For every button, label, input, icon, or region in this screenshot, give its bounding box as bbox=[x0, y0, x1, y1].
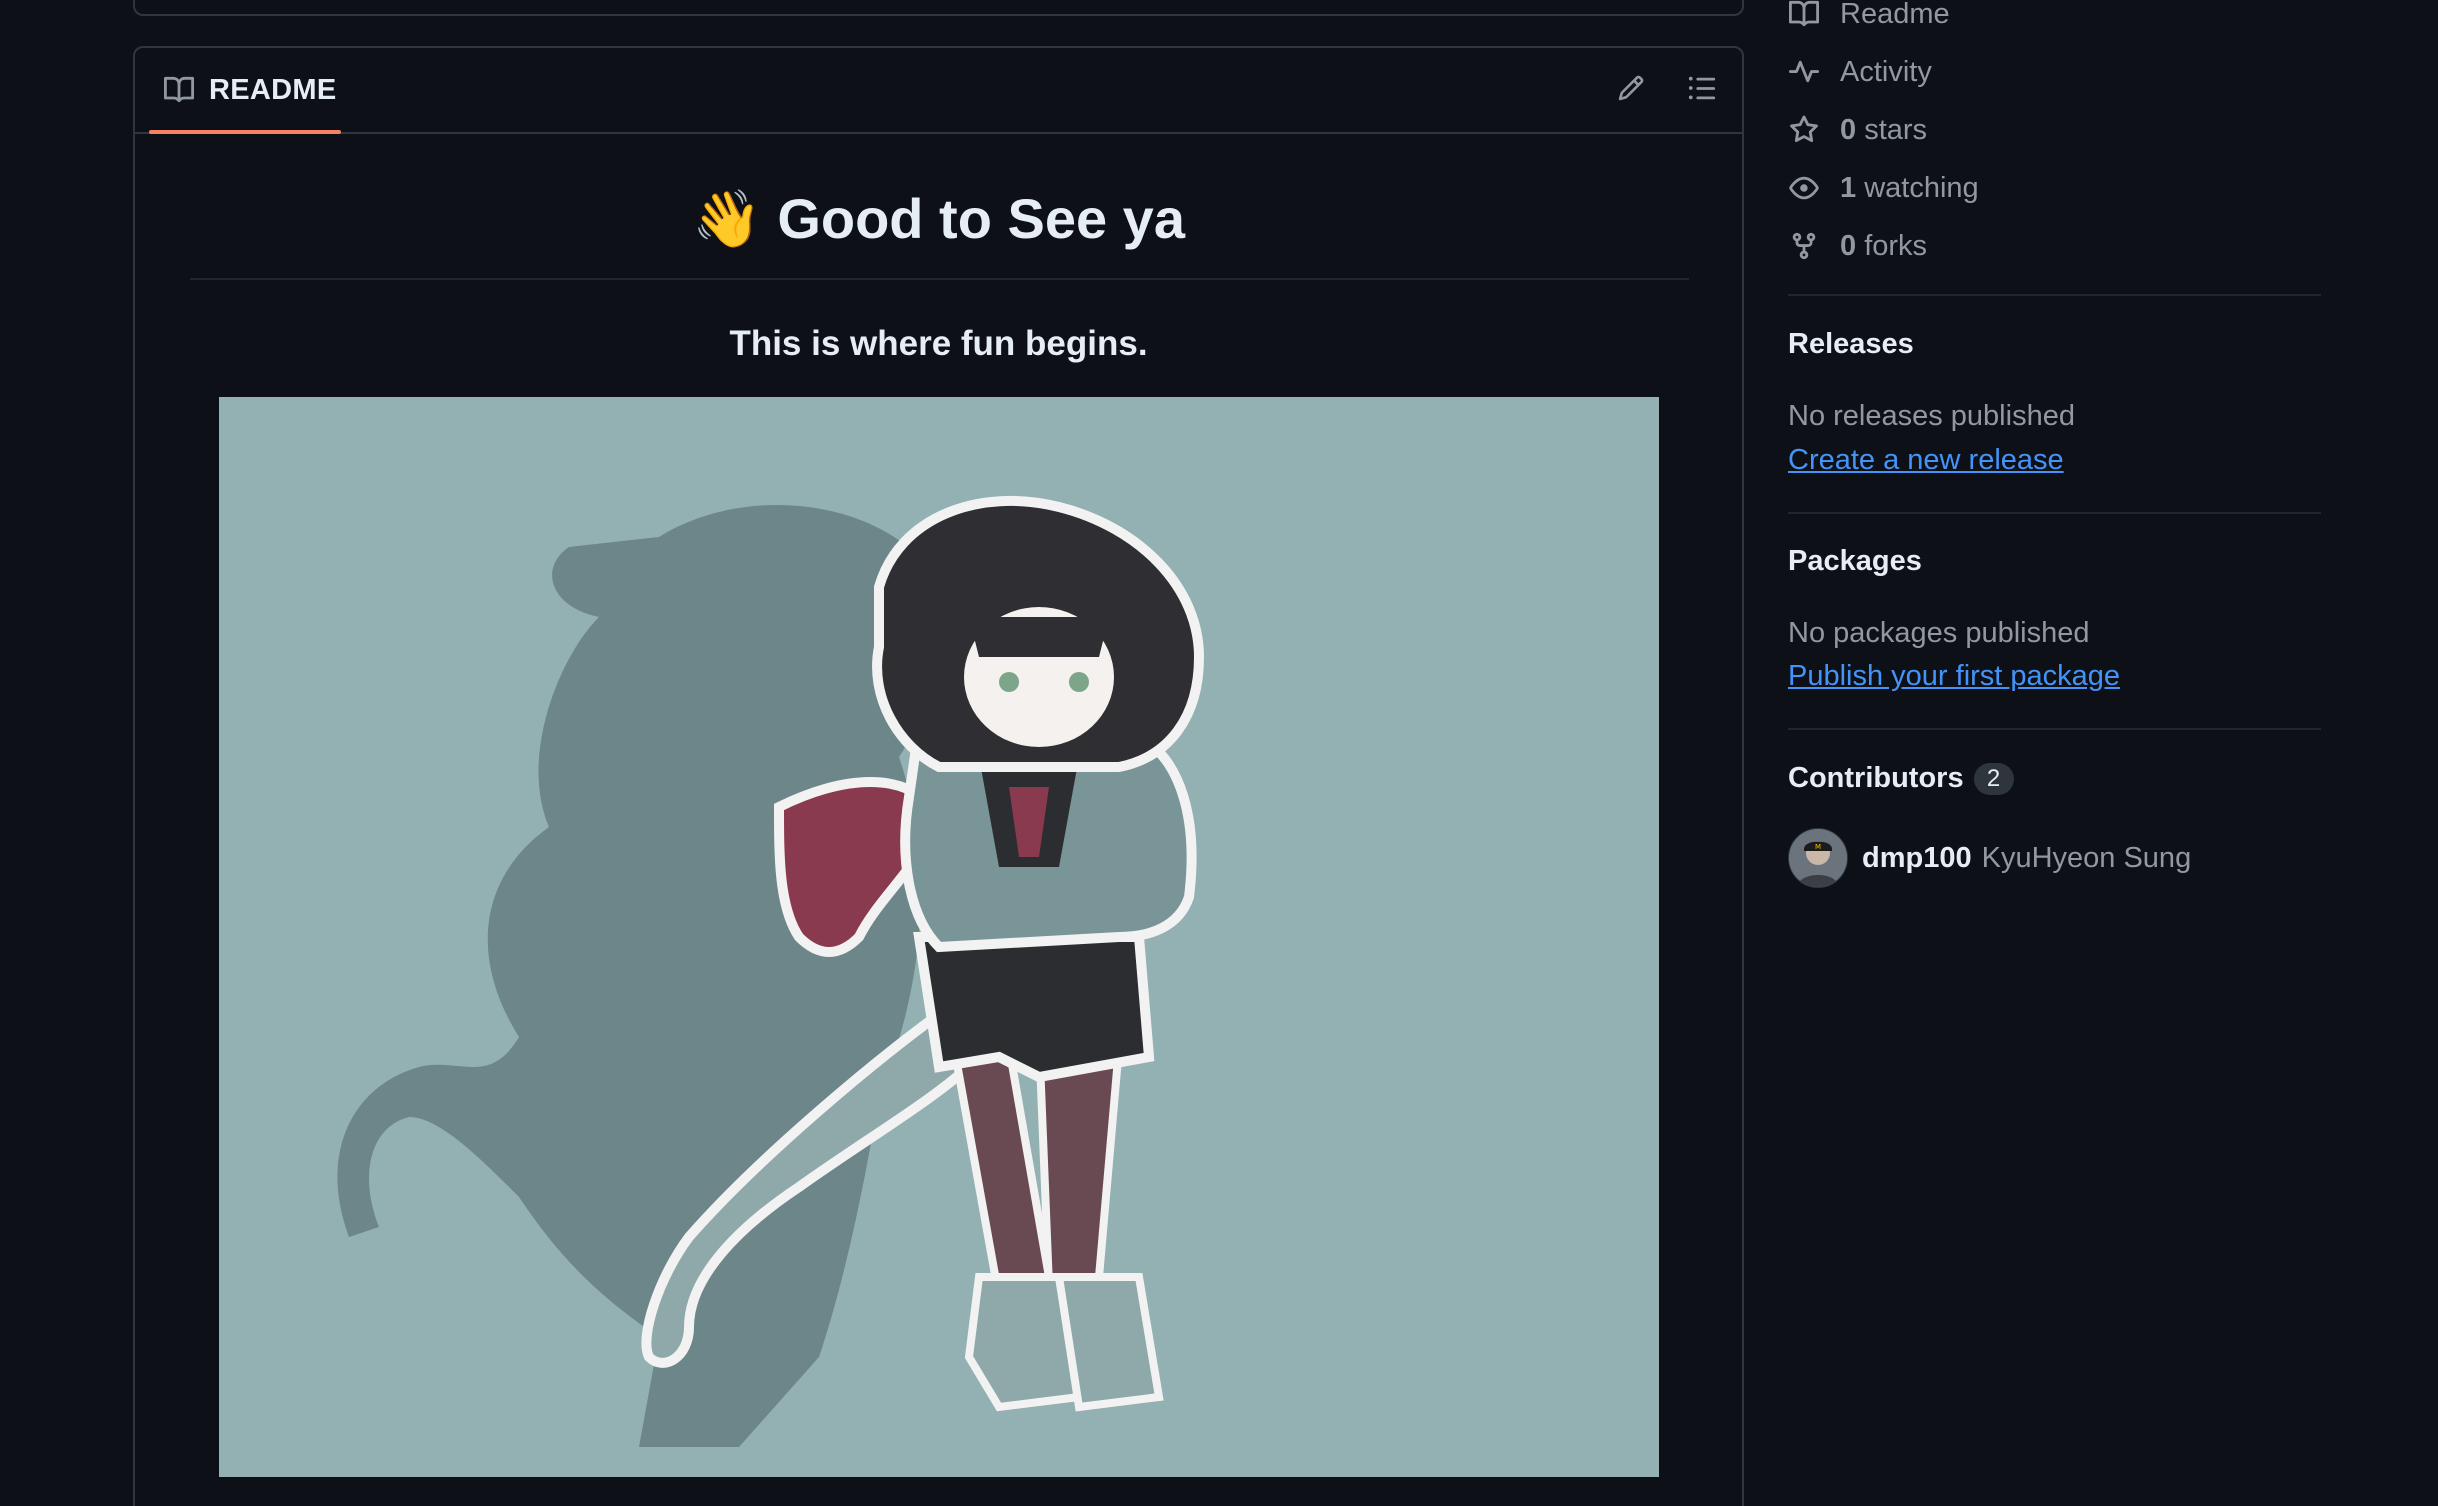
tab-readme-label: README bbox=[209, 73, 337, 106]
contributors-heading-label: Contributors bbox=[1788, 762, 1964, 794]
sidebar-item-label: forks bbox=[1864, 229, 1928, 262]
previous-card-edge bbox=[133, 0, 1744, 16]
readme-header: README bbox=[135, 48, 1742, 134]
book-icon bbox=[1788, 0, 1820, 30]
releases-heading-label: Releases bbox=[1788, 328, 1914, 360]
sidebar-item-stars[interactable]: 0 stars bbox=[1788, 110, 1927, 150]
forks-count: 0 bbox=[1840, 229, 1857, 262]
sidebar-item-label: stars bbox=[1864, 113, 1928, 146]
pencil-icon bbox=[1617, 74, 1645, 107]
book-icon bbox=[163, 74, 195, 106]
eye-icon bbox=[1788, 172, 1820, 204]
title-divider bbox=[190, 278, 1689, 280]
sidebar-item-forks[interactable]: 0 forks bbox=[1788, 226, 1927, 266]
tab-active-indicator bbox=[149, 130, 341, 134]
contributors-count-badge: 2 bbox=[1973, 762, 2014, 795]
releases-heading[interactable]: Releases bbox=[1788, 328, 1914, 361]
sidebar-divider bbox=[1788, 512, 2321, 514]
fork-icon bbox=[1788, 230, 1820, 262]
sidebar-item-label: Readme bbox=[1840, 0, 1950, 30]
sidebar-item-readme[interactable]: Readme bbox=[1788, 0, 1950, 34]
list-unordered-icon bbox=[1687, 73, 1717, 108]
watching-count: 1 bbox=[1840, 171, 1857, 204]
contributor-item[interactable]: M dmp100 KyuHyeon Sung bbox=[1788, 828, 2191, 888]
repository-page: README 👋 Good to See ya This is where fu… bbox=[0, 0, 2438, 1506]
contributor-name: KyuHyeon Sung bbox=[1981, 841, 2192, 874]
sidebar-item-label: Activity bbox=[1840, 55, 1932, 88]
readme-illustration bbox=[219, 397, 1659, 1477]
releases-empty-text: No releases published bbox=[1788, 400, 2075, 432]
star-icon bbox=[1788, 114, 1820, 146]
sidebar-item-activity[interactable]: Activity bbox=[1788, 52, 1932, 92]
packages-empty-text: No packages published bbox=[1788, 617, 2090, 649]
create-release-link[interactable]: Create a new release bbox=[1788, 444, 2064, 477]
svg-text:M: M bbox=[1815, 843, 1821, 851]
readme-subtitle: This is where fun begins. bbox=[729, 324, 1148, 363]
packages-heading-label: Packages bbox=[1788, 545, 1922, 577]
stars-count: 0 bbox=[1840, 113, 1857, 146]
sidebar-divider bbox=[1788, 294, 2321, 296]
outline-button[interactable] bbox=[1680, 68, 1724, 112]
contributors-heading[interactable]: Contributors 2 bbox=[1788, 762, 2014, 795]
avatar[interactable]: M bbox=[1788, 828, 1848, 888]
sidebar-divider bbox=[1788, 728, 2321, 730]
packages-heading[interactable]: Packages bbox=[1788, 545, 1922, 578]
pulse-icon bbox=[1788, 56, 1820, 88]
sidebar-item-label: watching bbox=[1864, 171, 1979, 204]
readme-title: 👋 Good to See ya bbox=[692, 187, 1185, 250]
edit-readme-button[interactable] bbox=[1609, 68, 1653, 112]
contributor-login[interactable]: dmp100 bbox=[1862, 842, 1972, 875]
sidebar-item-watching[interactable]: 1 watching bbox=[1788, 168, 1979, 208]
tab-readme[interactable]: README bbox=[149, 48, 350, 132]
publish-package-link[interactable]: Publish your first package bbox=[1788, 660, 2120, 693]
